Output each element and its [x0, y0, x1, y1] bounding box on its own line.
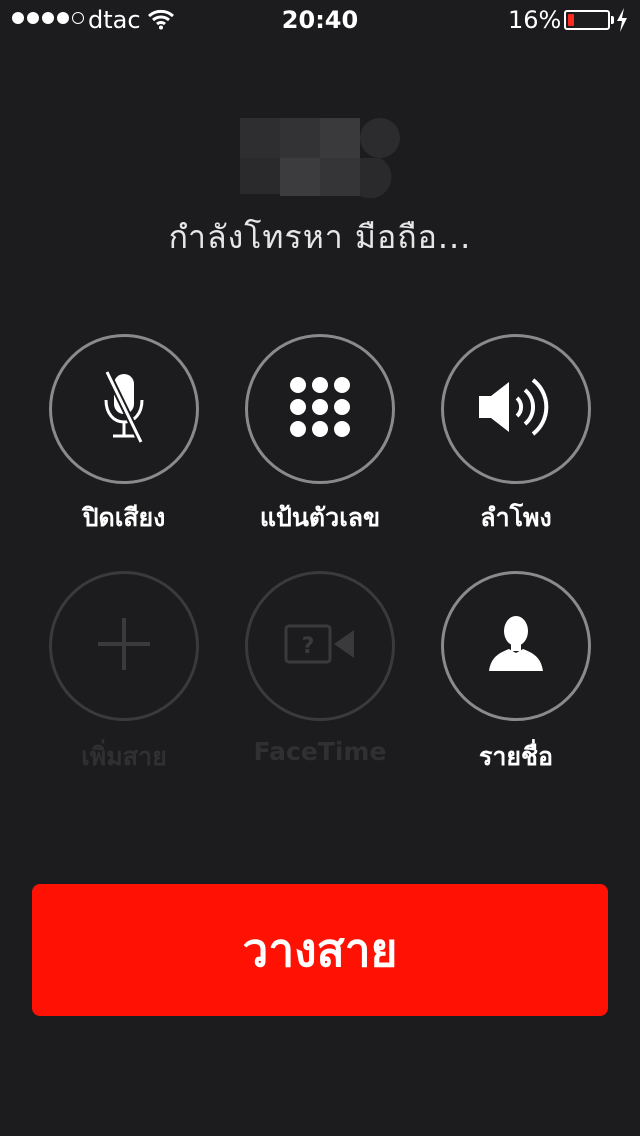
add-call-label: เพิ่มสาย: [81, 742, 167, 771]
end-call-label: วางสาย: [242, 922, 398, 977]
battery-fill: [568, 14, 574, 26]
status-bar: dtac 20:40 16%: [0, 0, 640, 40]
caller-name-redacted: [240, 118, 400, 198]
end-call-button[interactable]: วางสาย: [32, 884, 608, 1016]
facetime-icon: ?: [284, 624, 356, 668]
mute-button[interactable]: [49, 334, 199, 484]
contacts-label: รายชื่อ: [478, 742, 554, 771]
speaker-label: ลำโพง: [480, 503, 552, 532]
battery-icon: [564, 10, 610, 30]
mic-muted-icon: [99, 370, 149, 448]
battery-cap: [611, 16, 614, 24]
plus-icon: [96, 616, 152, 676]
keypad-label: แป้นตัวเลข: [259, 503, 381, 532]
speaker-button[interactable]: [441, 334, 591, 484]
contact-icon: [487, 615, 545, 677]
mute-label: ปิดเสียง: [82, 503, 166, 532]
speaker-icon: [477, 374, 555, 444]
contacts-button[interactable]: [441, 571, 591, 721]
facetime-button: ?: [245, 571, 395, 721]
keypad-button[interactable]: [245, 334, 395, 484]
add-call-button: [49, 571, 199, 721]
calling-status-text: กำลังโทรหา มือถือ...: [168, 218, 472, 256]
svg-text:?: ?: [302, 634, 315, 659]
keypad-icon: [289, 376, 351, 442]
facetime-label: FaceTime: [253, 737, 387, 766]
call-screen: dtac 20:40 16% กำลังโทรหา มือถือ... ปิดเ…: [0, 0, 640, 1136]
charging-icon: [616, 8, 628, 38]
battery-percent: 16%: [508, 6, 562, 34]
